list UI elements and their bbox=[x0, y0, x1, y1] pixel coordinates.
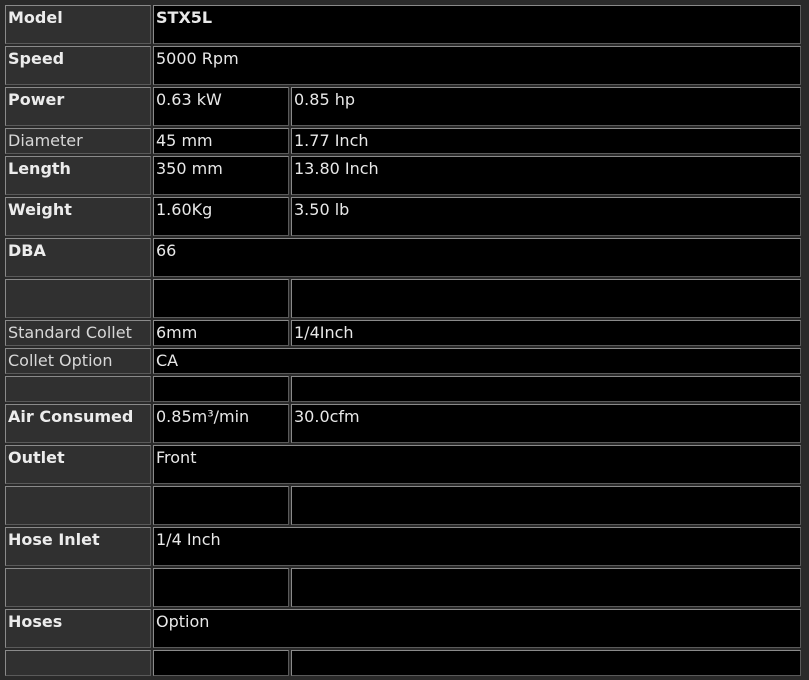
spec-row: Air Consumed 0.85m³/min 30.0cfm bbox=[5, 404, 801, 443]
spec-value bbox=[291, 279, 801, 318]
spec-value: CA bbox=[153, 348, 801, 374]
spec-label: Model bbox=[5, 5, 151, 44]
spec-value: 1/4Inch bbox=[291, 320, 801, 346]
spec-value: 45 mm bbox=[153, 128, 289, 154]
spec-label: Speed bbox=[5, 46, 151, 85]
spec-row-empty bbox=[5, 568, 801, 607]
spec-row: Model STX5L bbox=[5, 5, 801, 44]
spec-value bbox=[291, 650, 801, 676]
spec-value: STX5L bbox=[153, 5, 801, 44]
spec-label bbox=[5, 568, 151, 607]
spec-row: Hose Inlet 1/4 Inch bbox=[5, 527, 801, 566]
spec-value bbox=[291, 376, 801, 402]
spec-value: Option bbox=[153, 609, 801, 648]
spec-row-empty bbox=[5, 279, 801, 318]
spec-label bbox=[5, 650, 151, 676]
spec-label: Hoses bbox=[5, 609, 151, 648]
spec-label bbox=[5, 486, 151, 525]
spec-row: Speed 5000 Rpm bbox=[5, 46, 801, 85]
spec-table-body: Model STX5L Speed 5000 Rpm Power 0.63 kW 0.85 … bbox=[5, 5, 801, 676]
spec-value: 13.80 Inch bbox=[291, 156, 801, 195]
spec-value: Front bbox=[153, 445, 801, 484]
spec-value bbox=[291, 568, 801, 607]
spec-value bbox=[291, 486, 801, 525]
spec-value: 3.50 lb bbox=[291, 197, 801, 236]
spec-label: Weight bbox=[5, 197, 151, 236]
spec-value: 350 mm bbox=[153, 156, 289, 195]
spec-row: Length 350 mm 13.80 Inch bbox=[5, 156, 801, 195]
spec-value: 1.60Kg bbox=[153, 197, 289, 236]
spec-label: Diameter bbox=[5, 128, 151, 154]
spec-label: DBA bbox=[5, 238, 151, 277]
spec-value bbox=[153, 650, 289, 676]
spec-row-empty bbox=[5, 650, 801, 676]
spec-label bbox=[5, 279, 151, 318]
spec-row: Collet Option CA bbox=[5, 348, 801, 374]
spec-value: 0.63 kW bbox=[153, 87, 289, 126]
spec-value bbox=[153, 376, 289, 402]
spec-label bbox=[5, 376, 151, 402]
spec-label: Hose Inlet bbox=[5, 527, 151, 566]
spec-row: Diameter 45 mm 1.77 Inch bbox=[5, 128, 801, 154]
spec-value: 0.85m³/min bbox=[153, 404, 289, 443]
spec-row: Power 0.63 kW 0.85 hp bbox=[5, 87, 801, 126]
spec-value: 1/4 Inch bbox=[153, 527, 801, 566]
spec-row-empty bbox=[5, 376, 801, 402]
spec-value bbox=[153, 279, 289, 318]
spec-value bbox=[153, 568, 289, 607]
spec-label: Length bbox=[5, 156, 151, 195]
spec-label: Power bbox=[5, 87, 151, 126]
spec-value: 66 bbox=[153, 238, 801, 277]
spec-label: Collet Option bbox=[5, 348, 151, 374]
spec-value: 6mm bbox=[153, 320, 289, 346]
spec-label: Outlet bbox=[5, 445, 151, 484]
spec-row: Standard Collet 6mm 1/4Inch bbox=[5, 320, 801, 346]
spec-value: 30.0cfm bbox=[291, 404, 801, 443]
spec-row: Weight 1.60Kg 3.50 lb bbox=[5, 197, 801, 236]
spec-value: 0.85 hp bbox=[291, 87, 801, 126]
spec-row: Outlet Front bbox=[5, 445, 801, 484]
spec-value bbox=[153, 486, 289, 525]
spec-label: Air Consumed bbox=[5, 404, 151, 443]
spec-row: DBA 66 bbox=[5, 238, 801, 277]
spec-table: Model STX5L Speed 5000 Rpm Power 0.63 kW 0.85 … bbox=[3, 3, 803, 678]
spec-value: 5000 Rpm bbox=[153, 46, 801, 85]
spec-row: Hoses Option bbox=[5, 609, 801, 648]
spec-value: 1.77 Inch bbox=[291, 128, 801, 154]
spec-row-empty bbox=[5, 486, 801, 525]
spec-label: Standard Collet bbox=[5, 320, 151, 346]
